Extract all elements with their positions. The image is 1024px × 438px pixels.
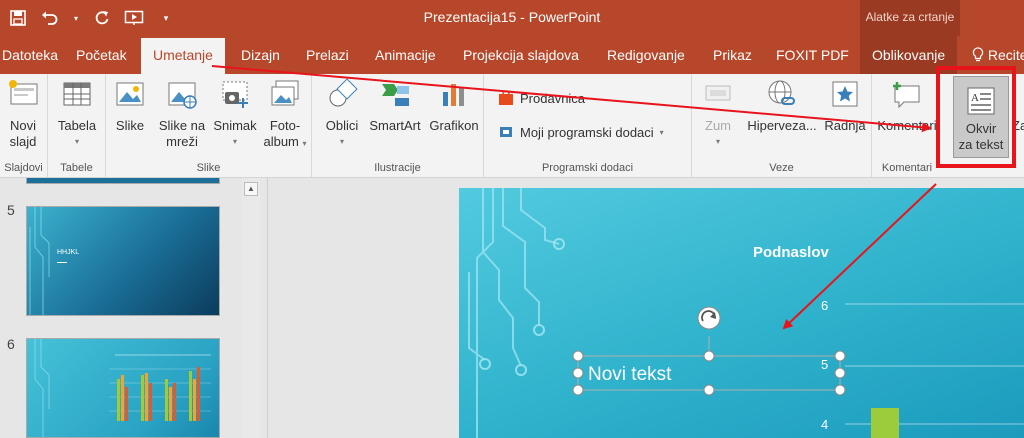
tab-datoteka[interactable]: Datoteka <box>2 36 58 74</box>
axis-label: 6 <box>821 298 829 313</box>
novi-slajd-button[interactable]: Novi slajd <box>2 78 44 150</box>
online-pictures-icon <box>168 82 197 109</box>
chevron-down-icon: ▾ <box>715 137 720 146</box>
group-ilustracije: Oblici ▾ SmartArt Grafikon Ilustracije <box>312 74 484 178</box>
tab-animacije[interactable]: Animacije <box>375 36 436 74</box>
group-label-veze: Veze <box>769 162 794 174</box>
tab-redigovanje[interactable]: Redigovanje <box>607 36 685 74</box>
screenshot-icon <box>222 81 248 108</box>
chevron-down-icon: ▾ <box>659 127 664 137</box>
tab-prelazi[interactable]: Prelazi <box>306 36 349 74</box>
group-slike: Slike Slike na mreži Snimak ▾ Foto- albu… <box>106 74 312 178</box>
tab-projekcija-slajdova[interactable]: Projekcija slajdova <box>463 36 579 74</box>
slide-number: 5 <box>7 202 15 218</box>
contextual-group-label: Alatke za crtanje <box>860 0 960 36</box>
tab-recite-label: Recite <box>987 47 1024 63</box>
axis-label: 4 <box>821 417 829 432</box>
lightbulb-icon <box>972 47 984 62</box>
pictures-icon <box>116 82 144 106</box>
group-label-ilustracije: Ilustracije <box>374 162 421 174</box>
my-addins-icon <box>500 127 512 137</box>
slide-thumbnail-pane: 5 HHJKL 6 <box>0 178 268 438</box>
group-label-slike: Slike <box>196 162 221 174</box>
group-veze: Zum ▾ Hiperveza... Radnja Veze <box>692 74 872 178</box>
new-text-box[interactable]: Novi tekst <box>588 364 671 386</box>
group-tabele: Tabela ▾ Tabele <box>48 74 106 178</box>
circuit-decoration <box>29 207 50 315</box>
oblici-button[interactable]: Oblici ▾ <box>320 78 364 150</box>
ribbon: Novi slajd Slajdovi Tabela ▾ Tabele Slik… <box>0 74 1024 178</box>
slide-thumbnail-6[interactable] <box>26 338 220 438</box>
hyperlink-icon <box>768 80 795 105</box>
scroll-up-arrow-icon[interactable]: ▲ <box>244 182 258 196</box>
tab-pocetak[interactable]: Početak <box>76 36 127 74</box>
new-slide-icon <box>9 80 38 105</box>
tabela-button[interactable]: Tabela ▾ <box>53 78 101 150</box>
rotate-handle-icon[interactable] <box>697 306 721 330</box>
store-icon <box>499 90 513 105</box>
group-komentari: Komentari Komentari <box>872 74 942 178</box>
chart-bar <box>871 408 899 438</box>
smartart-icon <box>382 84 409 106</box>
thumbnail-partial[interactable] <box>26 178 220 184</box>
title-bar: ▾ ▾ Prezentacija15 - PowerPoint Alatke z… <box>0 0 1024 36</box>
group-label-slajdovi: Slajdovi <box>4 162 43 174</box>
chevron-down-icon: ▾ <box>74 137 79 146</box>
smartart-button[interactable]: SmartArt <box>366 78 424 134</box>
hiperveza-button[interactable]: Hiperveza... <box>742 78 822 134</box>
group-label-komentari: Komentari <box>881 162 933 174</box>
chart-icon <box>443 84 464 106</box>
group-label-programski-dodaci: Programski dodaci <box>541 162 634 174</box>
circuit-decoration <box>468 188 1024 438</box>
radnja-button[interactable]: Radnja <box>822 78 868 134</box>
table-icon <box>63 82 91 106</box>
moji-programski-dodaci-button[interactable]: Moji programski dodaci ▾ <box>498 124 664 140</box>
slike-na-mrezi-button[interactable]: Slike na mreži <box>154 78 210 150</box>
foto-album-button[interactable]: Foto- album ▾ <box>262 78 308 152</box>
slide-number: 6 <box>7 336 15 352</box>
grafikon-button[interactable]: Grafikon <box>426 78 482 134</box>
slide-canvas[interactable]: Podnaslov Novi tekst 6 5 4 <box>459 188 1024 438</box>
slike-button[interactable]: Slike <box>110 78 150 134</box>
zum-button[interactable]: Zum ▾ <box>696 78 740 150</box>
ribbon-tabs: Datoteka Početak Umetanje Dizajn Prelazi… <box>0 36 1024 74</box>
slide-thumbnail-5[interactable]: HHJKL <box>26 206 220 316</box>
chevron-down-icon: ▾ <box>339 137 344 146</box>
chevron-down-icon: ▾ <box>232 137 237 146</box>
slide-subtitle[interactable]: Podnaslov <box>753 244 829 261</box>
group-label-tabele: Tabele <box>60 162 93 174</box>
tab-prikaz[interactable]: Prikaz <box>713 36 752 74</box>
action-star-icon <box>832 81 858 107</box>
comment-icon <box>893 82 920 109</box>
zoom-icon <box>705 85 731 101</box>
highlight-box <box>936 66 1016 168</box>
tab-dizajn[interactable]: Dizajn <box>241 36 280 74</box>
prodavnica-button[interactable]: Prodavnica <box>498 90 585 106</box>
thumbnail-chart <box>34 339 211 437</box>
group-slajdovi: Novi slajd Slajdovi <box>0 74 48 178</box>
chevron-down-icon: ▾ <box>302 139 307 148</box>
thumbnail-scrollbar[interactable]: ▲ <box>242 178 260 438</box>
group-programski-dodaci: Prodavnica Moji programski dodaci ▾ Prog… <box>484 74 692 178</box>
komentar-button[interactable]: Komentari <box>874 78 940 134</box>
shapes-icon <box>329 78 358 107</box>
snimak-button[interactable]: Snimak ▾ <box>210 78 260 150</box>
photo-album-icon <box>271 80 299 106</box>
tab-umetanje[interactable]: Umetanje <box>141 38 225 74</box>
tab-foxit-pdf[interactable]: FOXIT PDF <box>776 36 849 74</box>
axis-label: 5 <box>821 357 829 372</box>
